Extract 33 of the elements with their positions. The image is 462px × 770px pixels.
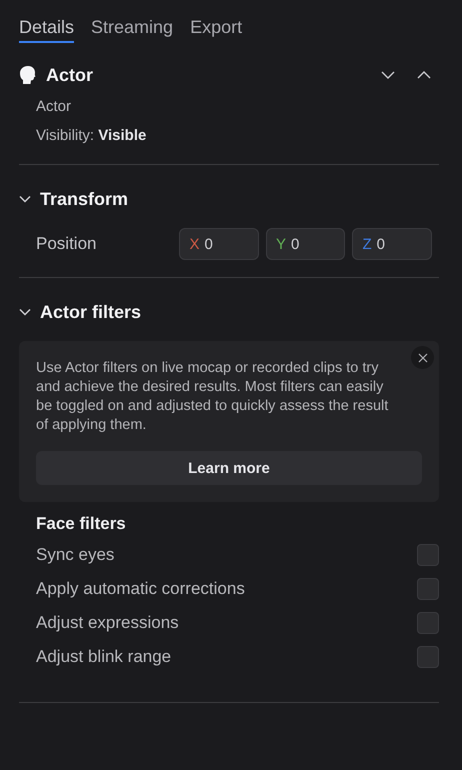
checkbox[interactable] xyxy=(417,612,439,634)
section-title: Transform xyxy=(40,188,130,210)
chevron-icon[interactable] xyxy=(19,193,31,205)
axis-label: Z xyxy=(362,236,372,252)
checkbox[interactable] xyxy=(417,544,439,566)
filter-label: Sync eyes xyxy=(36,545,114,565)
tab[interactable]: Details xyxy=(19,17,74,43)
actor-name: Actor xyxy=(35,98,72,115)
filter-label: Adjust blink range xyxy=(36,647,172,667)
checkbox[interactable] xyxy=(417,646,439,668)
tab[interactable]: Export xyxy=(190,17,242,43)
chevron-icon[interactable] xyxy=(19,306,31,318)
coordinate-field[interactable]: Z 0 xyxy=(352,228,432,260)
group-title: Face filters xyxy=(35,514,127,534)
visibility-text: Visibility: Visible xyxy=(35,127,148,144)
axis-label: X xyxy=(189,236,200,252)
section-title: Actor xyxy=(46,64,94,86)
position-label: Position xyxy=(36,234,98,254)
chevron-up-icon[interactable] xyxy=(417,71,431,79)
chevron-down-icon[interactable] xyxy=(381,71,395,79)
info-text: Use Actor filters on live mocap or recorded clips to try and achieve the desired results. Most filters can easily be toggled on and adjusted to quickly assess the result of applying them. xyxy=(36,359,390,435)
coordinate-field[interactable]: Y 0 xyxy=(266,228,346,260)
head-icon xyxy=(19,65,37,85)
section-title: Actor filters xyxy=(40,302,142,322)
filter-label: Adjust expressions xyxy=(36,613,179,633)
close-icon xyxy=(418,352,428,362)
learn-more-button[interactable]: Learn more xyxy=(36,451,422,485)
coordinate-field[interactable]: X 0 xyxy=(179,228,259,260)
checkbox[interactable] xyxy=(417,578,439,600)
tab[interactable]: Streaming xyxy=(91,17,174,43)
close-button[interactable] xyxy=(411,346,434,369)
axis-label: Y xyxy=(276,236,286,252)
filter-label: Apply automatic corrections xyxy=(36,579,245,599)
